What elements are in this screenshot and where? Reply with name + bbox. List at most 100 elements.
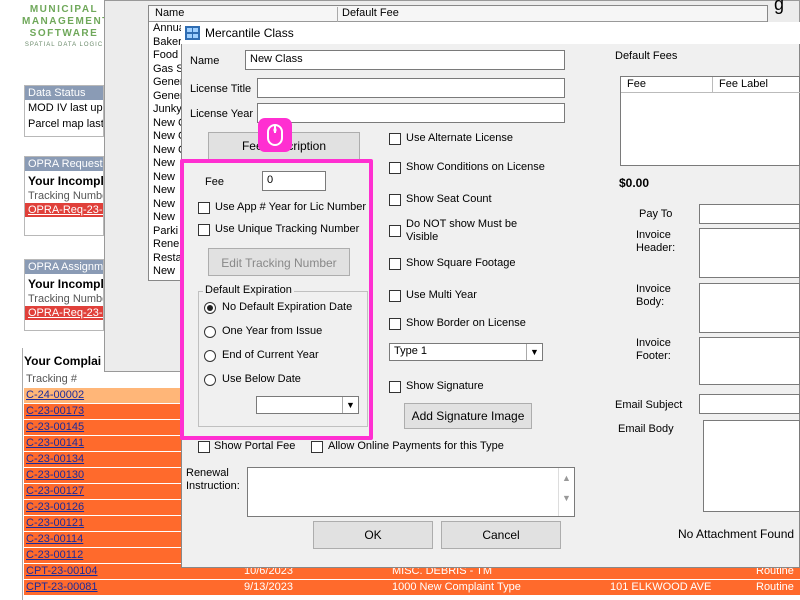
table-row[interactable]: CPT-23-00081 9/13/2023 1000 New Complain…: [24, 580, 800, 596]
row-date: 9/13/2023: [244, 581, 293, 593]
show-square-footage-label: Show Square Footage: [406, 257, 516, 269]
dialog-titlebar: Mercantile Class: [181, 22, 800, 44]
tracking-link[interactable]: C-23-00112: [26, 549, 83, 561]
pay-to-label: Pay To: [639, 208, 673, 220]
use-multi-year-checkbox[interactable]: [389, 290, 401, 302]
logo-line-3: SOFTWARE: [29, 28, 99, 39]
row-priority: Routine: [756, 581, 794, 593]
ok-button[interactable]: OK: [313, 521, 433, 549]
tracking-link[interactable]: C-23-00145: [26, 421, 84, 433]
invoice-footer-label: Invoice Footer:: [636, 337, 671, 362]
tracking-link[interactable]: C-23-00114: [26, 533, 83, 545]
pay-to-input[interactable]: [699, 204, 800, 224]
invoice-body-label: Invoice Body:: [636, 283, 671, 308]
scrollbar[interactable]: ▲ ▼: [558, 468, 574, 516]
panel-title: Data Status: [25, 86, 103, 100]
tracking-link[interactable]: C-23-00126: [26, 501, 84, 513]
panel-column: Tracking Number: [28, 190, 104, 202]
invoice-header-label: Invoice Header:: [636, 229, 676, 254]
opra-assignments-panel: OPRA Assignme Your Incompl Tracking Numb…: [24, 259, 104, 331]
renewal-instruction-label: Renewal Instruction:: [186, 467, 240, 492]
show-portal-fee-checkbox[interactable]: [198, 441, 210, 453]
fees-total: $0.00: [619, 176, 650, 190]
tracking-link[interactable]: CPT-23-00104: [26, 565, 98, 577]
email-subject-label: Email Subject: [615, 399, 683, 411]
panel-title: OPRA Requests: [25, 157, 103, 171]
invoice-body-textarea[interactable]: [699, 283, 800, 333]
opra-requests-panel: OPRA Requests Your Incompl Tracking Numb…: [24, 156, 104, 236]
show-conditions-label: Show Conditions on License: [406, 161, 545, 173]
license-year-label: License Year: [190, 108, 253, 120]
logo-tagline: SPATIAL DATA LOGIC: [24, 42, 104, 48]
license-type-select[interactable]: Type 1 ▼: [389, 343, 543, 361]
panel-column: Tracking Number: [28, 293, 104, 305]
row-type: 1000 New Complaint Type: [392, 581, 521, 593]
license-title-label: License Title: [190, 83, 252, 95]
opra-assignment-link[interactable]: OPRA-Req-23-0: [25, 306, 103, 320]
use-multi-year-label: Use Multi Year: [406, 289, 477, 301]
tracking-link[interactable]: C-23-00127: [26, 485, 84, 497]
allow-online-payments-label: Allow Online Payments for this Type: [328, 440, 504, 452]
invoice-footer-textarea[interactable]: [699, 337, 800, 385]
use-alternate-license-checkbox[interactable]: [389, 133, 401, 145]
license-year-input[interactable]: [257, 103, 565, 123]
column-name[interactable]: Name: [155, 7, 184, 19]
mouse-click-badge: [258, 118, 292, 152]
use-alternate-license-label: Use Alternate License: [406, 132, 514, 144]
show-conditions-checkbox[interactable]: [389, 162, 401, 174]
license-type-value: Type 1: [394, 345, 428, 357]
tracking-link[interactable]: C-24-00002: [26, 389, 84, 401]
show-square-footage-checkbox[interactable]: [389, 258, 401, 270]
tracking-link[interactable]: C-23-00121: [26, 517, 84, 529]
panel-title: OPRA Assignme: [25, 260, 103, 274]
allow-online-payments-checkbox[interactable]: [311, 441, 323, 453]
add-signature-image-button[interactable]: Add Signature Image: [404, 403, 532, 429]
tracking-link[interactable]: C-23-00173: [26, 405, 84, 417]
data-status-panel: Data Status MOD IV last upd Parcel map l…: [24, 85, 104, 137]
tracking-link[interactable]: C-23-00134: [26, 453, 84, 465]
logo-line-1: MUNICIPAL: [29, 4, 99, 15]
do-not-show-must-be-visible-label: Do NOT show Must be Visible: [406, 218, 518, 243]
do-not-show-must-be-visible-checkbox[interactable]: [389, 225, 401, 237]
class-list-header: Name Default Fee: [149, 6, 767, 22]
email-body-textarea[interactable]: [703, 420, 800, 512]
highlight-box: [180, 159, 373, 440]
renewal-instruction-textarea[interactable]: ▲ ▼: [247, 467, 575, 517]
tracking-link[interactable]: C-23-00141: [26, 437, 84, 449]
tracking-link[interactable]: C-23-00130: [26, 469, 84, 481]
panel-line: MOD IV last upd: [28, 102, 104, 114]
show-portal-fee-label: Show Portal Fee: [214, 440, 296, 452]
email-subject-input[interactable]: [699, 394, 800, 414]
cancel-button[interactable]: Cancel: [441, 521, 561, 549]
dialog-title: Mercantile Class: [205, 26, 294, 40]
divider: [22, 348, 23, 600]
show-signature-checkbox[interactable]: [389, 381, 401, 393]
name-label: Name: [190, 55, 220, 67]
app-icon: [185, 26, 200, 40]
default-fees-label: Default Fees: [615, 50, 678, 62]
license-title-input[interactable]: [257, 78, 565, 98]
complaints-heading: Your Complai: [24, 354, 102, 368]
chevron-down-icon[interactable]: ▼: [526, 344, 542, 360]
column-fee-label[interactable]: Fee Label: [713, 77, 800, 93]
column-default-fee[interactable]: Default Fee: [337, 7, 399, 22]
panel-heading: Your Incompl: [28, 277, 104, 291]
show-seat-count-checkbox[interactable]: [389, 194, 401, 206]
complaints-column-tracking: Tracking #: [26, 373, 77, 385]
row-address: 101 ELKWOOD AVE: [610, 581, 712, 593]
name-input[interactable]: New Class: [245, 50, 565, 70]
logo-line-2: MANAGEMENT: [22, 16, 110, 27]
tracking-link[interactable]: CPT-23-00081: [26, 581, 98, 593]
opra-request-link[interactable]: OPRA-Req-23-0: [25, 203, 103, 217]
app-logo: MUNICIPAL MANAGEMENT SOFTWARE SPATIAL DA…: [22, 4, 110, 48]
column-fee[interactable]: Fee: [621, 77, 713, 93]
attachment-status: No Attachment Found: [678, 527, 795, 541]
invoice-header-textarea[interactable]: [699, 228, 800, 278]
show-seat-count-label: Show Seat Count: [406, 193, 492, 205]
show-signature-label: Show Signature: [406, 380, 484, 392]
email-body-label: Email Body: [618, 423, 674, 435]
panel-heading: Your Incompl: [28, 174, 104, 188]
show-border-checkbox[interactable]: [389, 318, 401, 330]
window-title-fragment: g: [774, 0, 785, 14]
default-fees-grid[interactable]: Fee Fee Label: [620, 76, 800, 166]
